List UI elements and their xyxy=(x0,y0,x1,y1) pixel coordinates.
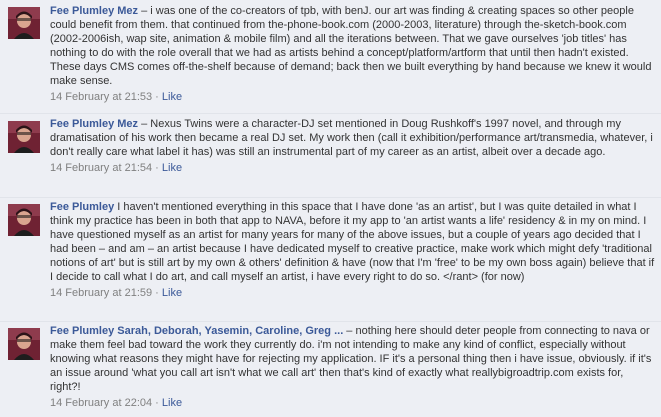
comment-text: Fee Plumley Mez – i was one of the co-cr… xyxy=(50,4,656,88)
comment-author-link[interactable]: Fee Plumley xyxy=(50,201,114,213)
comment-author-link[interactable]: Fee Plumley Mez xyxy=(50,118,138,130)
avatar[interactable] xyxy=(8,7,40,39)
avatar[interactable] xyxy=(8,121,40,153)
avatar[interactable] xyxy=(8,204,40,236)
like-link[interactable]: Like xyxy=(162,91,182,103)
comment-meta: 14 February at 21:59 · Like xyxy=(50,286,656,300)
comment-meta: 14 February at 21:54 · Like xyxy=(50,161,656,175)
like-link[interactable]: Like xyxy=(162,162,182,174)
like-link[interactable]: Like xyxy=(162,397,182,409)
meta-separator: · xyxy=(152,162,162,174)
comment-meta: 14 February at 21:53 · Like xyxy=(50,90,656,104)
profile-photo-icon xyxy=(8,7,40,39)
profile-photo-icon xyxy=(8,121,40,153)
comment-text: Fee Plumley I haven't mentioned everythi… xyxy=(50,200,656,284)
comment: Fee Plumley Mez – i was one of the co-cr… xyxy=(0,0,661,113)
meta-separator: · xyxy=(152,287,162,299)
comment-thread: Fee Plumley Mez – i was one of the co-cr… xyxy=(0,0,661,417)
comment-text: Fee Plumley Mez – Nexus Twins were a cha… xyxy=(50,117,656,159)
comment-meta: 14 February at 22:04 · Like xyxy=(50,396,656,410)
comment-body: – i was one of the co-creators of tpb, w… xyxy=(50,5,652,87)
comment-text: Fee Plumley Sarah, Deborah, Yasemin, Car… xyxy=(50,324,656,394)
comment-mentions[interactable]: Sarah, Deborah, Yasemin, Caroline, Greg … xyxy=(114,325,343,337)
comment-timestamp[interactable]: 14 February at 21:54 xyxy=(50,162,152,174)
comment-timestamp[interactable]: 14 February at 22:04 xyxy=(50,397,152,409)
comment-author-link[interactable]: Fee Plumley Mez xyxy=(50,5,138,17)
comment-author-link[interactable]: Fee Plumley xyxy=(50,325,114,337)
comment-body: I haven't mentioned everything in this s… xyxy=(50,201,655,283)
profile-photo-icon xyxy=(8,328,40,360)
comment-timestamp[interactable]: 14 February at 21:53 xyxy=(50,91,152,103)
comment-timestamp[interactable]: 14 February at 21:59 xyxy=(50,287,152,299)
meta-separator: · xyxy=(152,91,162,103)
comment: Fee Plumley Sarah, Deborah, Yasemin, Car… xyxy=(0,321,661,417)
avatar[interactable] xyxy=(8,328,40,360)
comment-body: – Nexus Twins were a character-DJ set me… xyxy=(50,118,653,158)
profile-photo-icon xyxy=(8,204,40,236)
meta-separator: · xyxy=(152,397,162,409)
like-link[interactable]: Like xyxy=(162,287,182,299)
comment: Fee Plumley Mez – Nexus Twins were a cha… xyxy=(0,113,661,197)
comment: Fee Plumley I haven't mentioned everythi… xyxy=(0,197,661,321)
